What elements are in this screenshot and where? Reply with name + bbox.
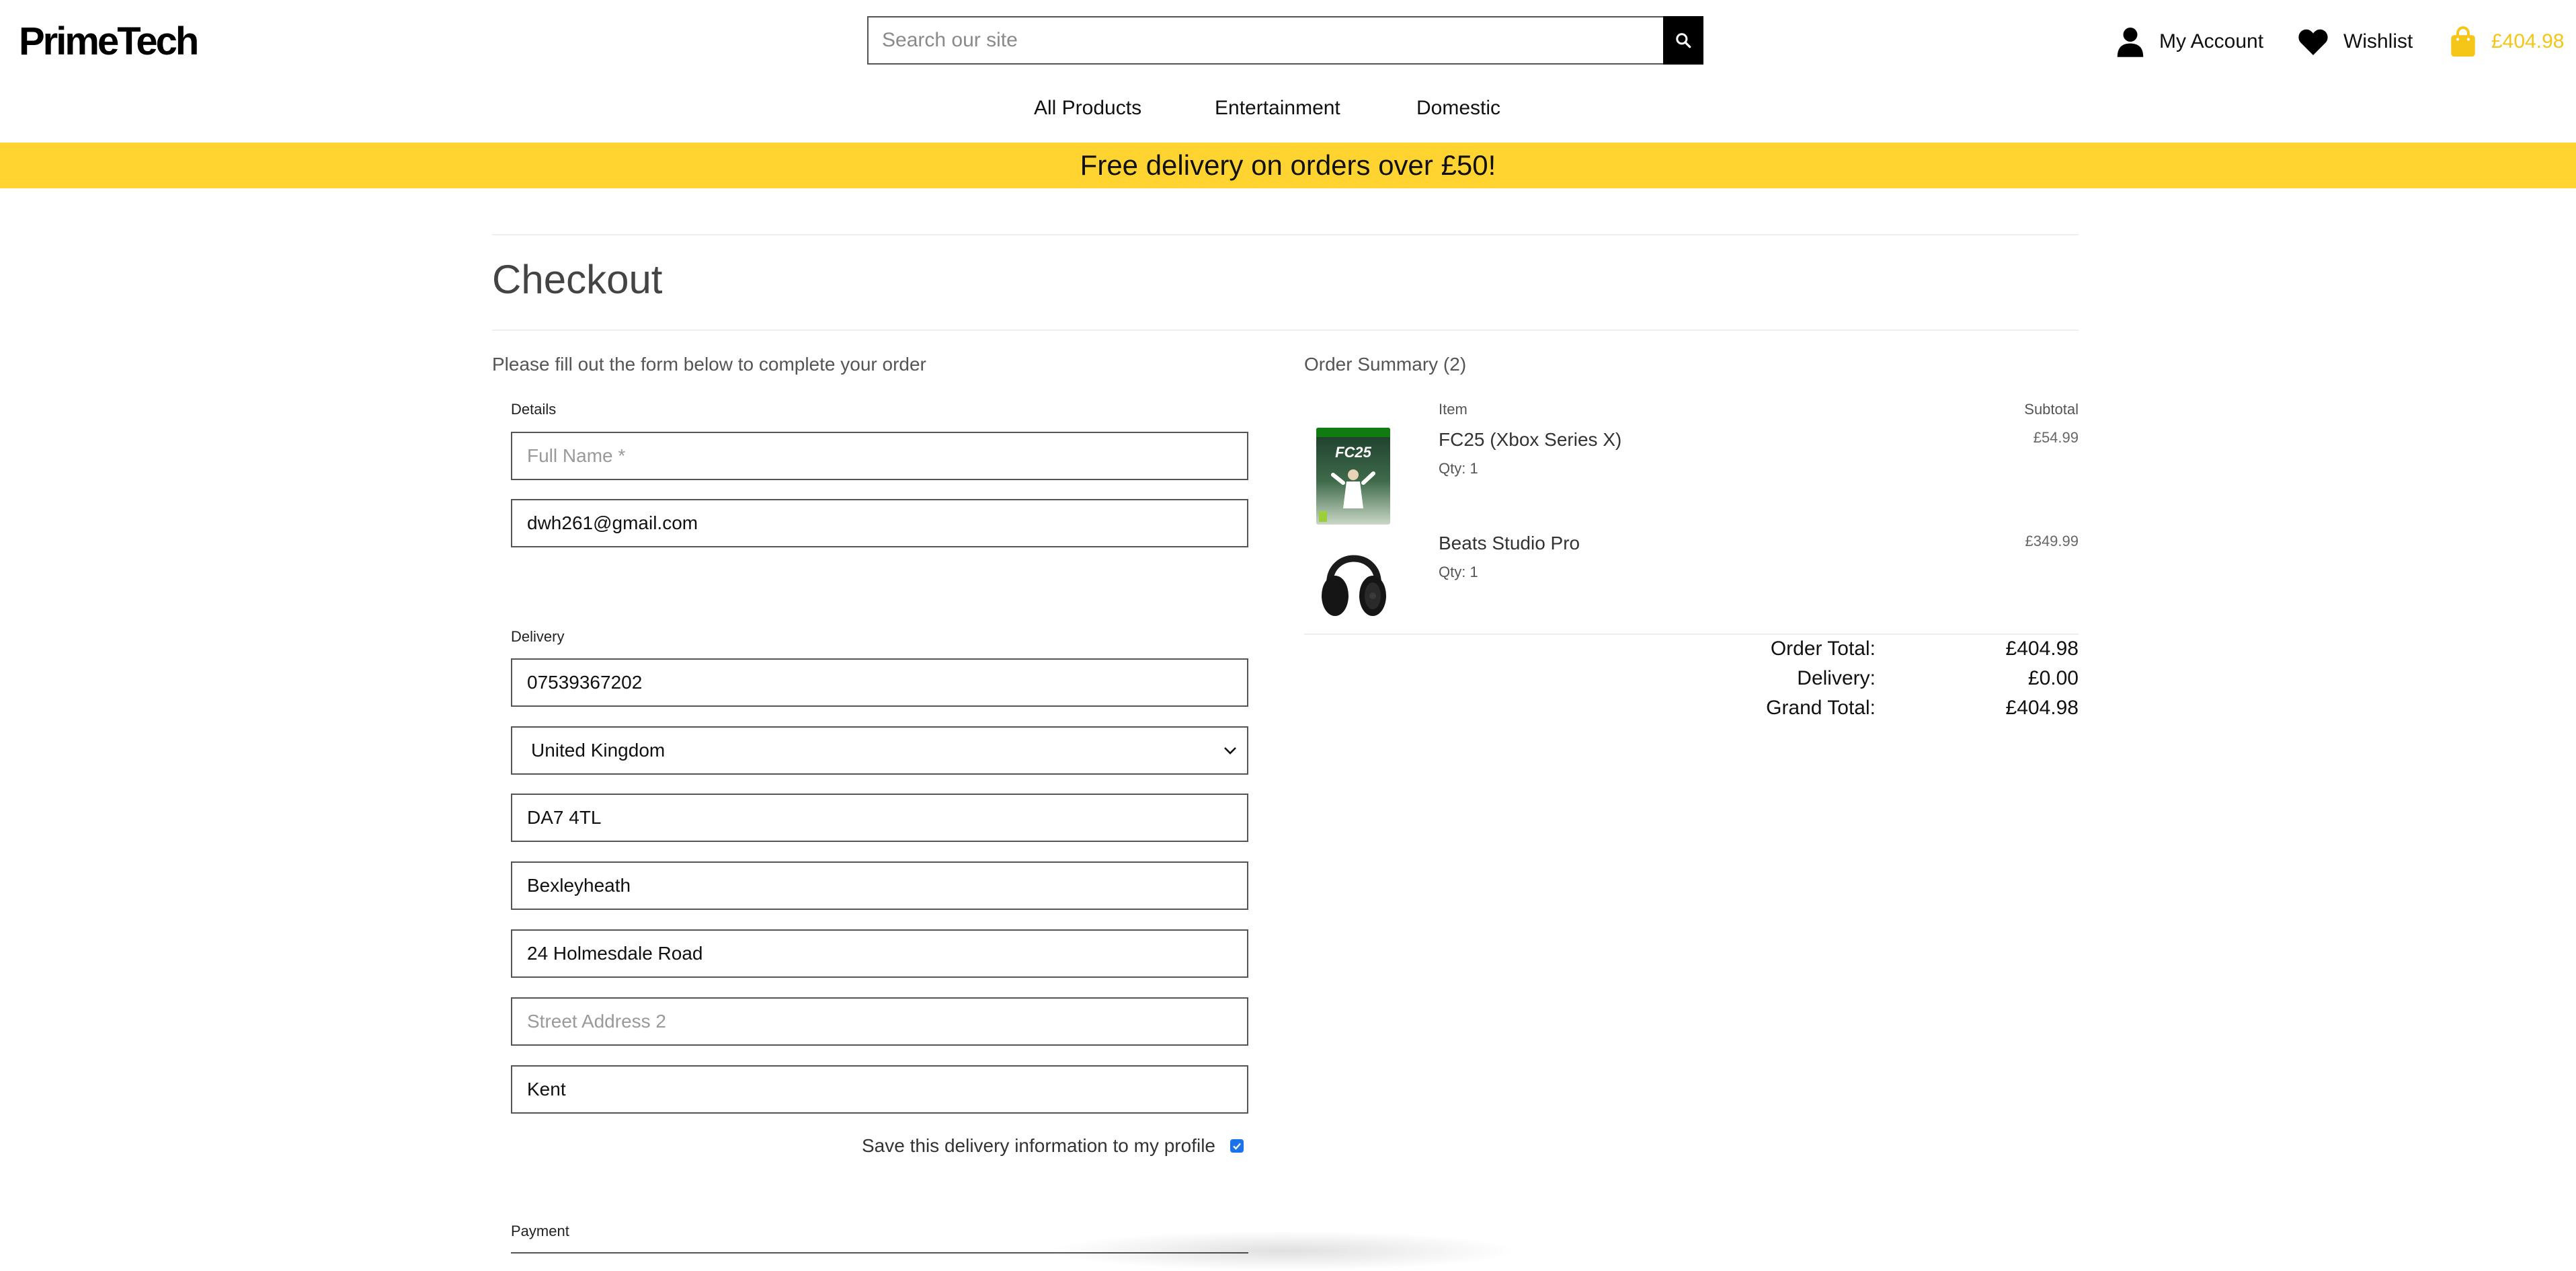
- save-info-checkbox[interactable]: [1230, 1139, 1244, 1153]
- heart-icon: [2298, 29, 2328, 55]
- promo-banner: Free delivery on orders over £50!: [0, 143, 2576, 188]
- user-icon: [2117, 28, 2144, 57]
- delivery-cost-label: Delivery:: [1797, 667, 1876, 689]
- headphones-image: [1322, 555, 1386, 616]
- street-address-2-field[interactable]: Street Address 2: [511, 997, 1248, 1046]
- search-input[interactable]: [867, 16, 1663, 65]
- order-summary-title: Order Summary (2): [1304, 354, 1467, 375]
- product-image-beats[interactable]: [1319, 537, 1389, 624]
- order-item-price: £349.99: [2025, 533, 2079, 549]
- bag-total: £404.98: [2491, 30, 2565, 52]
- order-item-qty: Qty: 1: [1439, 564, 1478, 580]
- save-info-row: Save this delivery information to my pro…: [862, 1135, 1244, 1157]
- svg-text:FC25: FC25: [1335, 444, 1372, 461]
- nav-domestic[interactable]: Domestic: [1416, 97, 1500, 120]
- search-bar: [867, 16, 1703, 65]
- wishlist-link[interactable]: Wishlist: [2298, 26, 2413, 58]
- country-select-value: United Kingdom: [531, 740, 666, 761]
- shopping-bag-link[interactable]: £404.98: [2450, 26, 2564, 58]
- nav-entertainment[interactable]: Entertainment: [1215, 97, 1340, 120]
- full-name-field[interactable]: Full Name *: [511, 432, 1248, 480]
- order-item-price: £54.99: [2033, 429, 2079, 446]
- grand-total-value: £404.98: [2005, 697, 2079, 719]
- order-item-qty: Qty: 1: [1439, 460, 1478, 477]
- column-header-item: Item: [1439, 401, 1467, 418]
- my-account-link[interactable]: My Account: [2116, 26, 2263, 58]
- details-section-label: Details: [511, 401, 557, 418]
- search-button[interactable]: [1663, 16, 1703, 65]
- delivery-section-label: Delivery: [511, 628, 565, 645]
- my-account-label: My Account: [2159, 30, 2264, 52]
- divider: [1304, 633, 2079, 635]
- page-title: Checkout: [492, 257, 663, 302]
- payment-section-label: Payment: [511, 1223, 569, 1239]
- country-select[interactable]: United Kingdom: [511, 726, 1248, 775]
- order-total-value: £404.98: [2005, 638, 2079, 660]
- grand-total-label: Grand Total:: [1766, 697, 1876, 719]
- wishlist-label: Wishlist: [2343, 30, 2413, 52]
- form-intro-text: Please fill out the form below to comple…: [492, 354, 926, 375]
- order-total-label: Order Total:: [1770, 638, 1876, 660]
- order-item-name: FC25 (Xbox Series X): [1439, 429, 1622, 450]
- search-icon: [1676, 33, 1691, 48]
- site-logo[interactable]: PrimeTech: [19, 15, 199, 69]
- save-info-label: Save this delivery information to my pro…: [862, 1135, 1215, 1156]
- product-image-fc25[interactable]: FC25: [1316, 428, 1390, 525]
- column-header-subtotal: Subtotal: [2024, 401, 2079, 418]
- order-item-name: Beats Studio Pro: [1439, 533, 1580, 553]
- divider: [492, 234, 2079, 235]
- chevron-down-icon: [1224, 747, 1236, 755]
- divider: [492, 330, 2079, 331]
- postcode-field[interactable]: DA7 4TL: [511, 794, 1248, 842]
- fc25-cover-image: FC25: [1316, 428, 1390, 525]
- town-field[interactable]: Bexleyheath: [511, 861, 1248, 910]
- phone-field[interactable]: 07539367202: [511, 658, 1248, 707]
- street-address-1-field[interactable]: 24 Holmesdale Road: [511, 929, 1248, 978]
- delivery-cost-value: £0.00: [2027, 667, 2079, 689]
- promo-banner-text: Free delivery on orders over £50!: [1080, 149, 1496, 181]
- toast-shadow: [1049, 1231, 1519, 1271]
- county-field[interactable]: Kent: [511, 1065, 1248, 1114]
- email-field[interactable]: dwh261@gmail.com: [511, 499, 1248, 547]
- nav-all-products[interactable]: All Products: [1034, 97, 1141, 120]
- check-icon: [1233, 1143, 1241, 1150]
- bag-icon: [2451, 26, 2475, 57]
